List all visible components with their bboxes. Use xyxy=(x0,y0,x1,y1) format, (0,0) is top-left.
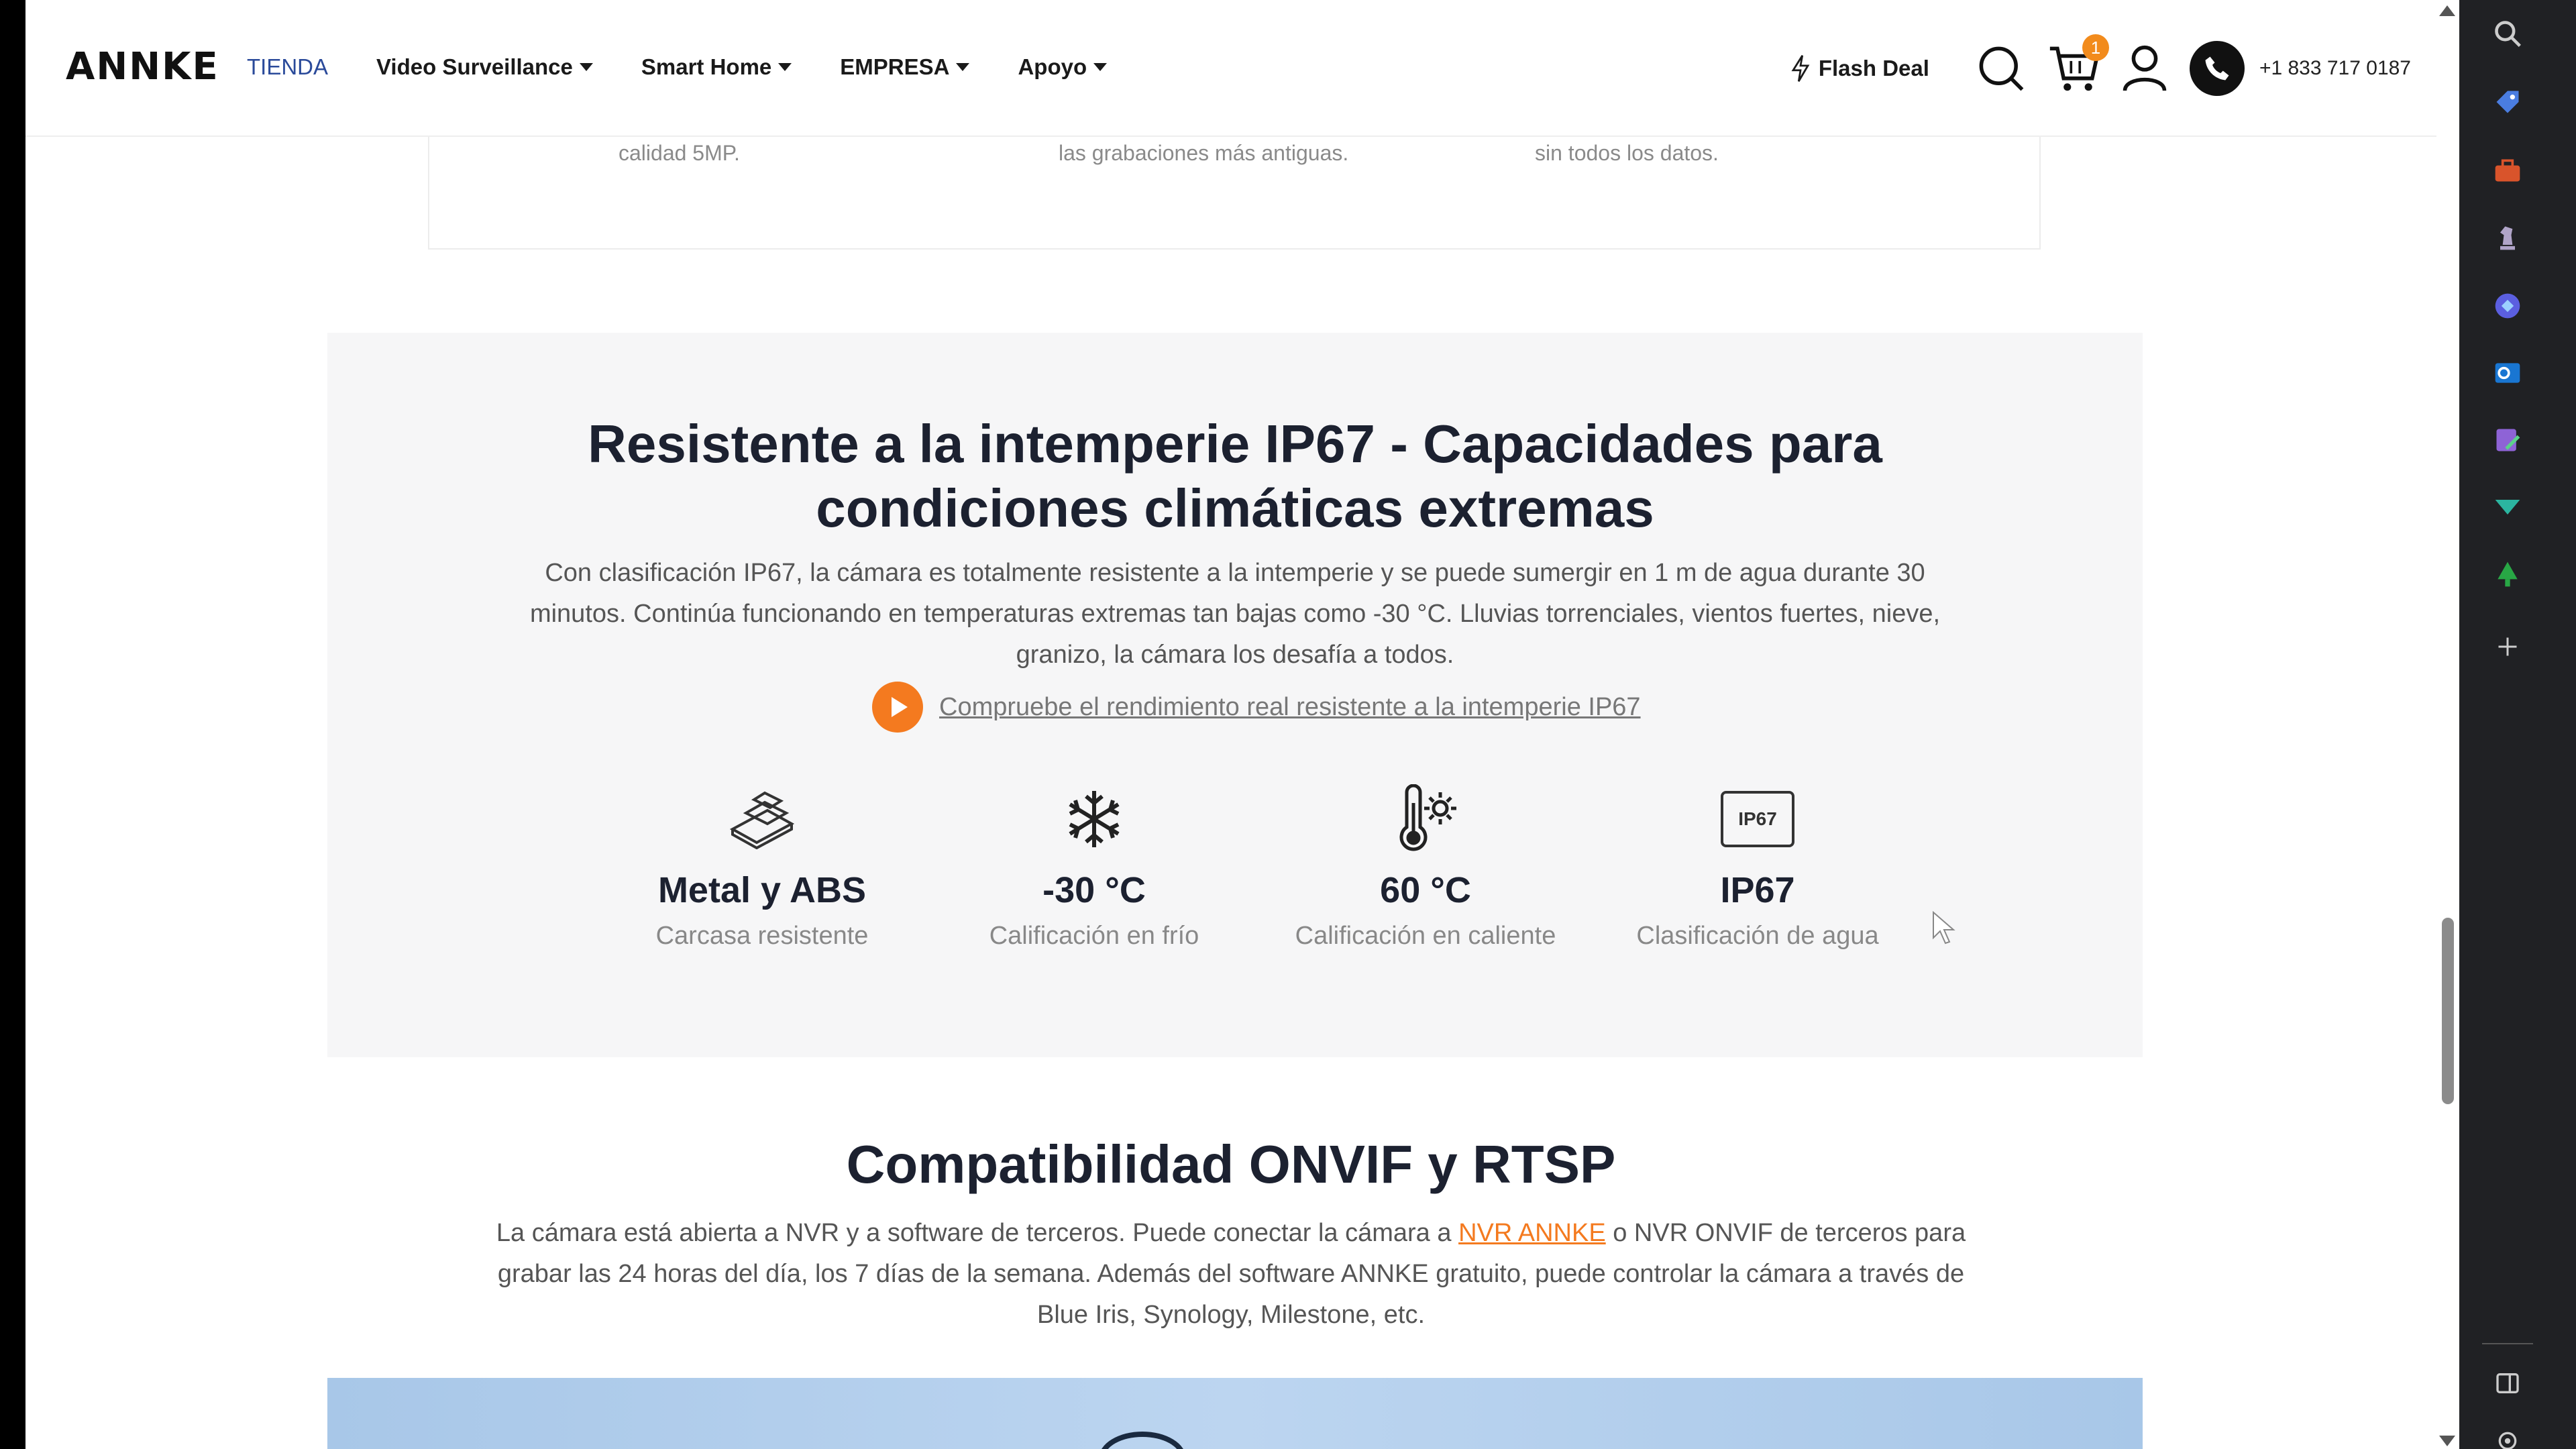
onvif-text: La cámara está abierta a NVR y a softwar… xyxy=(496,1219,1459,1247)
outlook-icon xyxy=(2495,363,2520,383)
browser-sidebar xyxy=(2459,0,2576,1449)
send-icon xyxy=(2495,500,2520,515)
feature-item: Metal y ABS Carcasa resistente xyxy=(594,782,930,951)
copilot-icon xyxy=(2495,293,2520,319)
tag-icon xyxy=(2496,91,2519,113)
sidebar-tag-button[interactable] xyxy=(2489,83,2526,121)
web-page: ANNKE TIENDA Video Surveillance Smart Ho… xyxy=(25,0,2436,1449)
nav-item-smart-home[interactable]: Smart Home xyxy=(641,51,792,83)
feature-label: Carcasa resistente xyxy=(655,922,869,950)
panel-icon xyxy=(2496,1373,2519,1393)
feature-value: 60 °C xyxy=(1380,870,1471,910)
lightning-icon xyxy=(1791,55,1810,82)
caret-down-icon xyxy=(778,63,792,71)
page-scrollbar-track[interactable] xyxy=(2436,0,2459,1449)
cart-button[interactable]: 1 xyxy=(2047,34,2109,93)
camera-image-arc xyxy=(1099,1432,1186,1449)
edit-icon xyxy=(2496,429,2520,451)
sidebar-search-button[interactable] xyxy=(2489,15,2526,52)
feature-item: -30 °C Calificación en frío xyxy=(926,782,1262,951)
sidebar-copilot-button[interactable] xyxy=(2489,287,2526,325)
feature-value: IP67 xyxy=(1720,870,1795,910)
tree-icon xyxy=(2498,561,2518,587)
snowflake-icon xyxy=(1069,791,1120,847)
account-button[interactable] xyxy=(2121,44,2168,93)
ip67-badge-icon: IP67 xyxy=(1721,791,1794,847)
prev-feature-text: calidad 5MP. xyxy=(619,141,740,165)
nav-item-video-surveillance[interactable]: Video Surveillance xyxy=(376,51,593,83)
nav-label: EMPRESA xyxy=(840,54,950,79)
weatherproof-section: Resistente a la intemperie IP67 - Capaci… xyxy=(327,333,2143,1057)
cart-count-badge: 1 xyxy=(2082,34,2109,61)
sidebar-tools-button[interactable] xyxy=(2489,152,2526,189)
caret-down-icon xyxy=(579,63,593,71)
header-actions: Flash Deal 1 +1 833 717 0187 xyxy=(1789,34,2411,97)
page-scrollbar-thumb[interactable] xyxy=(2442,918,2454,1104)
scroll-down-arrow[interactable] xyxy=(2439,1436,2455,1446)
section-title: Resistente a la intemperie IP67 - Capaci… xyxy=(588,414,1882,538)
nav-label: TIENDA xyxy=(247,54,329,79)
caret-down-icon xyxy=(956,63,970,71)
onvif-section-description: La cámara está abierta a NVR y a softwar… xyxy=(25,1213,2436,1336)
sidebar-chess-button[interactable] xyxy=(2489,219,2526,256)
sidebar-tree-button[interactable] xyxy=(2489,555,2526,593)
feature-label: Calificación en frío xyxy=(989,922,1199,950)
metal-bars-icon xyxy=(729,791,795,849)
mouse-cursor xyxy=(1933,911,1955,945)
site-logo[interactable]: ANNKE xyxy=(66,48,219,86)
search-icon xyxy=(1979,46,2024,91)
onvif-section-title: Compatibilidad ONVIF y RTSP xyxy=(846,1134,1616,1194)
chess-piece-icon xyxy=(2500,226,2515,250)
search-button[interactable] xyxy=(1976,44,2026,93)
nav-item-apoyo[interactable]: Apoyo xyxy=(1018,51,1108,83)
video-link-text[interactable]: Compruebe el rendimiento real resistente… xyxy=(939,693,1641,722)
feature-value: Metal y ABS xyxy=(657,870,867,910)
flash-deal-label: Flash Deal xyxy=(1818,56,1929,80)
prev-feature-text: las grabaciones más antiguas. xyxy=(1059,141,1349,165)
sidebar-divider xyxy=(2482,1343,2533,1344)
search-icon xyxy=(2495,21,2521,47)
user-icon xyxy=(2123,45,2167,91)
toolbox-icon xyxy=(2495,159,2520,182)
play-icon[interactable] xyxy=(872,682,923,733)
phone-number[interactable]: +1 833 717 0187 xyxy=(2259,57,2411,80)
onvif-image xyxy=(327,1378,2143,1449)
feature-item: 60 °C Calificación en caliente xyxy=(1258,782,1593,951)
sidebar-send-button[interactable] xyxy=(2489,488,2526,526)
left-black-bar xyxy=(0,0,25,1449)
caret-down-icon xyxy=(1093,63,1108,71)
feature-item: IP67 IP67 Clasificación de agua xyxy=(1590,782,1925,951)
prev-feature-text: sin todos los datos. xyxy=(1535,141,1719,165)
nav-label: Smart Home xyxy=(641,54,772,79)
plus-icon xyxy=(2498,637,2517,656)
phone-icon xyxy=(2205,56,2229,80)
nav-item-empresa[interactable]: EMPRESA xyxy=(840,51,970,83)
flash-deal-link[interactable]: Flash Deal xyxy=(1789,54,1929,83)
gear-icon xyxy=(2498,1432,2517,1449)
video-link[interactable]: Compruebe el rendimiento real resistente… xyxy=(872,682,1641,733)
main-nav: TIENDA Video Surveillance Smart Home EMP… xyxy=(247,51,1155,83)
feature-label: Calificación en caliente xyxy=(1295,922,1556,950)
sidebar-panel-button[interactable] xyxy=(2489,1364,2526,1402)
sidebar-editor-button[interactable] xyxy=(2489,421,2526,459)
nav-label: Video Surveillance xyxy=(376,54,573,79)
feature-value: -30 °C xyxy=(1042,870,1146,910)
thermometer-sun-icon xyxy=(1399,784,1456,851)
nav-item-tienda[interactable]: TIENDA xyxy=(247,51,328,83)
feature-label: Clasificación de agua xyxy=(1636,922,1879,950)
nav-label: Apoyo xyxy=(1018,54,1087,79)
scroll-up-arrow[interactable] xyxy=(2439,5,2455,16)
sidebar-add-button[interactable] xyxy=(2489,628,2526,665)
sidebar-settings-button[interactable] xyxy=(2489,1422,2526,1449)
nvr-annke-link[interactable]: NVR ANNKE xyxy=(1458,1219,1606,1247)
sidebar-outlook-button[interactable] xyxy=(2489,354,2526,392)
phone-button[interactable] xyxy=(2189,41,2245,96)
site-header: ANNKE TIENDA Video Surveillance Smart Ho… xyxy=(25,0,2436,137)
section-description: Con clasificación IP67, la cámara es tot… xyxy=(529,559,1941,669)
